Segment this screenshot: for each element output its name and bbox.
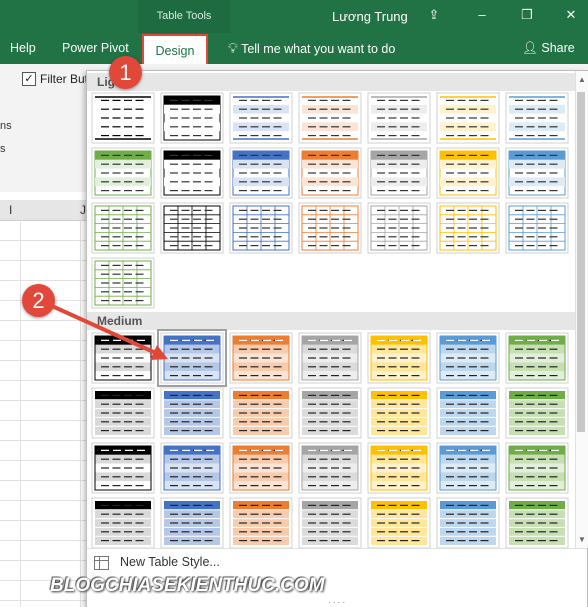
table-style-option[interactable] [298, 387, 362, 439]
table-style-option[interactable] [160, 442, 224, 494]
table-style-option[interactable] [298, 92, 362, 144]
table-style-option[interactable] [298, 332, 362, 384]
table-style-option[interactable] [367, 147, 431, 199]
table-style-option[interactable] [160, 92, 224, 144]
table-style-option[interactable] [91, 202, 155, 254]
table-style-option[interactable] [229, 387, 293, 439]
table-style-option[interactable] [367, 387, 431, 439]
table-style-option[interactable] [367, 497, 431, 549]
scroll-down-icon[interactable]: ▼ [577, 535, 587, 544]
table-style-option[interactable] [367, 332, 431, 384]
table-style-option[interactable] [160, 387, 224, 439]
table-style-option[interactable] [91, 147, 155, 199]
table-style-option[interactable] [436, 202, 500, 254]
table-style-option[interactable] [229, 92, 293, 144]
table-style-option[interactable] [367, 92, 431, 144]
table-style-option[interactable] [229, 147, 293, 199]
table-style-option[interactable] [298, 202, 362, 254]
scroll-up-icon[interactable]: ▲ [577, 75, 587, 84]
table-style-option[interactable] [436, 92, 500, 144]
table-style-option[interactable] [436, 497, 500, 549]
table-style-option[interactable] [160, 332, 224, 384]
table-style-option[interactable] [229, 442, 293, 494]
table-style-option[interactable] [505, 497, 569, 549]
table-style-option[interactable] [298, 147, 362, 199]
table-style-option[interactable] [91, 92, 155, 144]
table-style-option[interactable] [91, 257, 155, 309]
table-style-option[interactable] [229, 332, 293, 384]
table-style-option[interactable] [505, 442, 569, 494]
table-style-option[interactable] [91, 332, 155, 384]
new-table-style-icon [94, 556, 109, 570]
table-style-option[interactable] [436, 442, 500, 494]
table-style-option[interactable] [367, 442, 431, 494]
step-badge-1: 1 [109, 56, 142, 89]
table-style-option[interactable] [298, 442, 362, 494]
table-style-option[interactable] [160, 202, 224, 254]
new-table-style-button[interactable]: New Table Style... [120, 555, 220, 569]
table-style-option[interactable] [505, 202, 569, 254]
table-style-option[interactable] [436, 387, 500, 439]
table-style-option[interactable] [436, 147, 500, 199]
scroll-thumb[interactable] [577, 92, 585, 432]
table-style-option[interactable] [505, 387, 569, 439]
table-style-option[interactable] [436, 332, 500, 384]
table-style-option[interactable] [160, 497, 224, 549]
table-style-option[interactable] [229, 497, 293, 549]
table-style-option[interactable] [91, 387, 155, 439]
table-style-option[interactable] [229, 202, 293, 254]
table-style-option[interactable] [91, 497, 155, 549]
table-style-option[interactable] [505, 147, 569, 199]
table-style-option[interactable] [91, 442, 155, 494]
watermark-logo: BLOGCHIASEKIENTHUC.COM [50, 575, 325, 596]
step-badge-2: 2 [22, 284, 55, 317]
table-style-option[interactable] [505, 332, 569, 384]
table-style-option[interactable] [367, 202, 431, 254]
table-style-option[interactable] [298, 497, 362, 549]
resize-grip[interactable]: .... [328, 595, 347, 606]
table-style-option[interactable] [505, 92, 569, 144]
style-thumbnails [91, 92, 569, 549]
table-style-option[interactable] [160, 147, 224, 199]
